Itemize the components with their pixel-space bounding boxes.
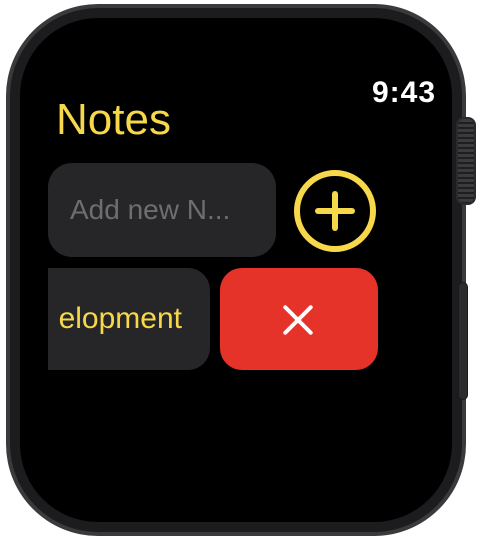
side-button[interactable] <box>458 282 468 400</box>
digital-crown[interactable] <box>456 117 476 205</box>
new-note-input[interactable]: Add new N... <box>48 163 276 257</box>
status-time: 9:43 <box>371 76 436 109</box>
delete-note-button[interactable] <box>220 268 378 370</box>
note-title: elopment <box>58 302 182 335</box>
new-note-placeholder: Add new N... <box>70 194 231 225</box>
note-list-item[interactable]: elopment <box>48 268 210 370</box>
page-title: Notes <box>56 95 171 144</box>
add-note-button[interactable] <box>294 170 376 252</box>
